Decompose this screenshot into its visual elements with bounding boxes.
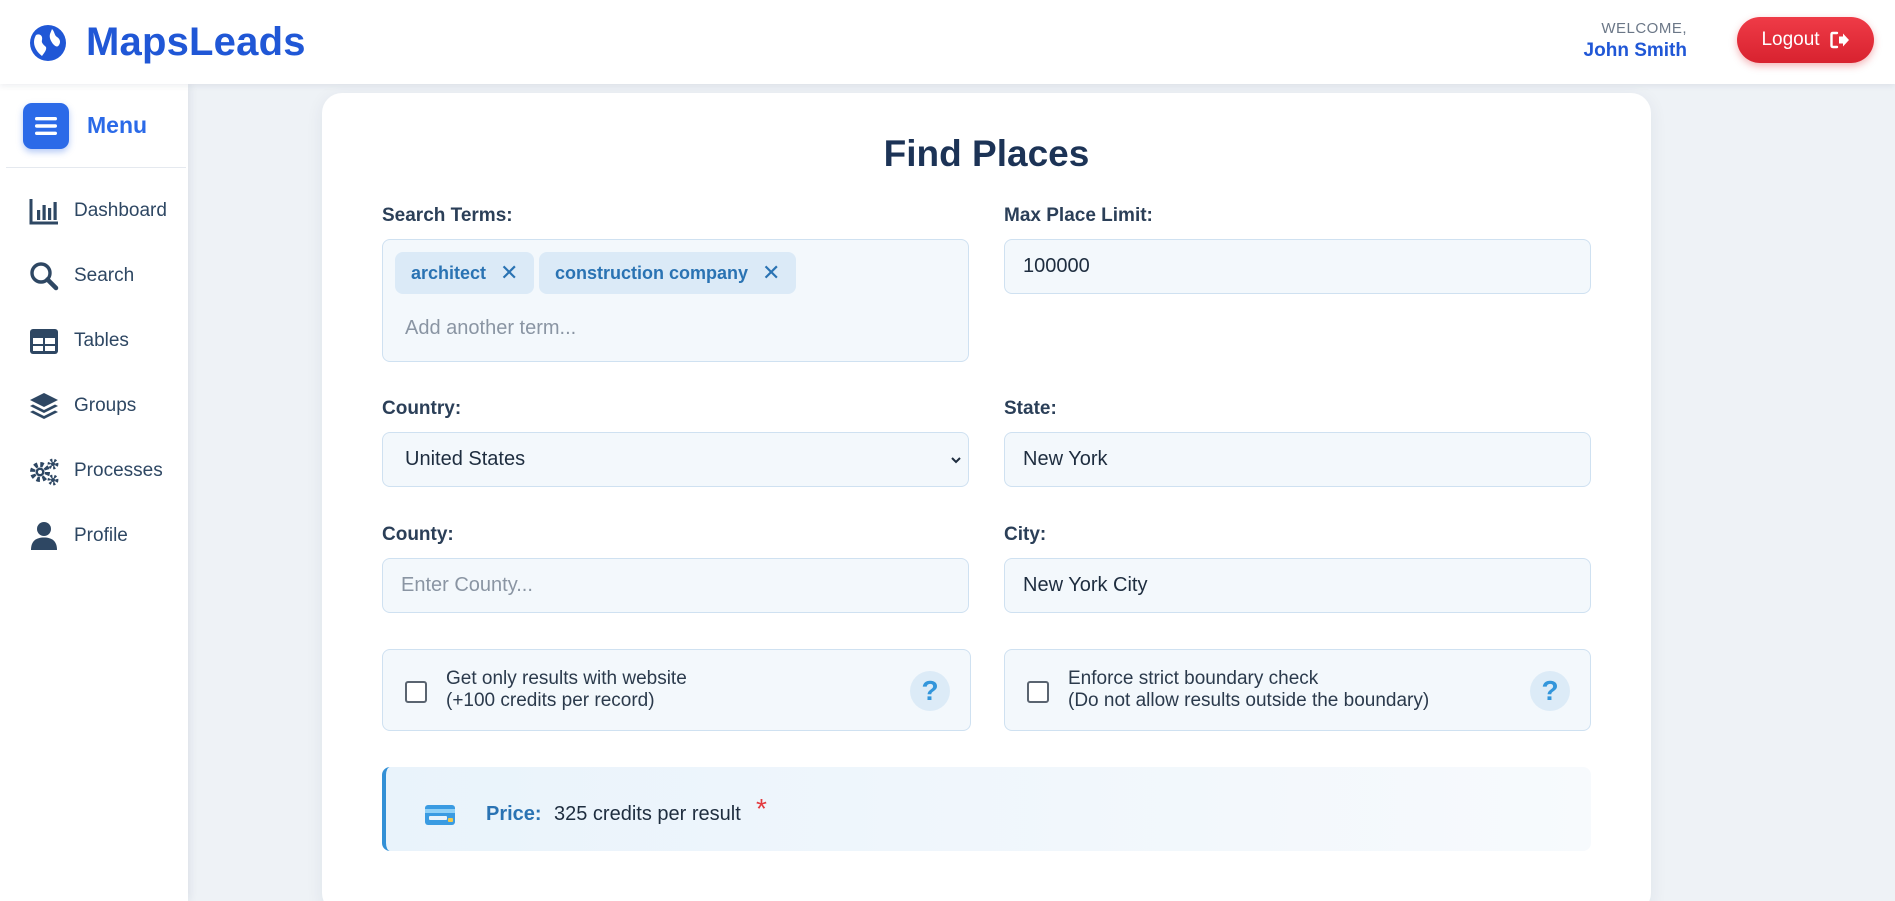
website-only-line2: (+100 credits per record)	[446, 690, 655, 711]
tag-label: construction company	[555, 262, 749, 283]
remove-tag-icon[interactable]: ✕	[762, 260, 780, 286]
search-terms-field[interactable]: architect ✕ construction company ✕ Add a…	[382, 239, 969, 362]
boundary-help-icon[interactable]: ?	[1530, 671, 1570, 711]
website-only-text: Get only results with website (+100 cred…	[446, 668, 687, 712]
max-limit-input[interactable]: 100000	[1004, 239, 1591, 294]
search-terms-label: Search Terms:	[382, 205, 513, 226]
sidebar-item-profile[interactable]: Profile	[28, 518, 178, 554]
user-name: John Smith	[1583, 40, 1687, 61]
country-value: United States	[405, 448, 526, 470]
strict-boundary-line2: (Do not allow results outside the bounda…	[1068, 690, 1430, 711]
county-placeholder: Enter County...	[401, 574, 533, 596]
price-label: Price:	[486, 803, 542, 825]
strict-boundary-checkbox[interactable]	[1027, 681, 1049, 703]
state-label: State:	[1004, 398, 1057, 419]
remove-tag-icon[interactable]: ✕	[500, 260, 518, 286]
sidebar: Menu Dashboard Search Tables Groups Proc…	[0, 84, 188, 901]
sidebar-item-groups[interactable]: Groups	[28, 388, 178, 424]
globe-icon	[30, 24, 66, 61]
search-term-tag: architect ✕	[395, 252, 535, 294]
website-only-option: Get only results with website (+100 cred…	[382, 649, 971, 731]
required-asterisk: *	[756, 793, 767, 824]
menu-label: Menu	[87, 112, 148, 138]
layers-icon	[30, 393, 58, 419]
menu-header: Menu	[6, 84, 186, 168]
user-icon	[31, 522, 57, 550]
menu-toggle-button[interactable]	[23, 102, 69, 149]
table-icon	[30, 329, 58, 354]
website-only-checkbox[interactable]	[405, 681, 427, 703]
hamburger-icon	[35, 116, 57, 135]
credit-card-icon	[425, 805, 455, 825]
sidebar-item-tables[interactable]: Tables	[28, 323, 178, 359]
price-value: 325 credits per result	[554, 803, 741, 825]
chevron-down-icon	[951, 457, 961, 464]
sidebar-item-label: Profile	[74, 525, 128, 546]
add-term-input[interactable]: Add another term...	[405, 317, 576, 340]
chart-bar-icon	[29, 199, 58, 225]
sidebar-item-search[interactable]: Search	[28, 258, 178, 294]
sidebar-item-dashboard[interactable]: Dashboard	[28, 193, 178, 229]
max-limit-label: Max Place Limit:	[1004, 205, 1153, 226]
price-banner: Price: 325 credits per result *	[382, 767, 1591, 851]
city-label: City:	[1004, 524, 1047, 545]
welcome-block: WELCOME, John Smith	[1584, 20, 1687, 62]
city-value: New York City	[1023, 574, 1148, 596]
brand-logo[interactable]: MapsLeads	[28, 20, 306, 65]
sidebar-item-label: Groups	[74, 395, 137, 416]
logout-label: Logout	[1761, 29, 1820, 50]
strict-boundary-option: Enforce strict boundary check (Do not al…	[1004, 649, 1591, 731]
website-help-icon[interactable]: ?	[910, 671, 950, 711]
logout-button[interactable]: Logout	[1737, 17, 1874, 63]
website-only-line1: Get only results with website	[446, 668, 687, 689]
search-icon	[30, 262, 59, 291]
page-title: Find Places	[883, 133, 1090, 174]
state-value: New York	[1023, 448, 1108, 470]
county-label: County:	[382, 524, 454, 545]
sign-out-icon	[1829, 31, 1849, 49]
strict-boundary-line1: Enforce strict boundary check	[1068, 668, 1319, 689]
find-places-card: Find Places Search Terms: architect ✕ co…	[322, 93, 1651, 901]
state-input[interactable]: New York	[1004, 432, 1591, 487]
tag-label: architect	[411, 262, 487, 283]
search-term-tag: construction company ✕	[539, 252, 797, 294]
sidebar-item-label: Search	[74, 265, 135, 286]
country-select[interactable]: United States	[382, 432, 969, 487]
top-header: MapsLeads WELCOME, John Smith Logout	[0, 0, 1895, 84]
sidebar-item-processes[interactable]: Processes	[28, 453, 178, 489]
sidebar-item-label: Dashboard	[74, 200, 167, 221]
city-input[interactable]: New York City	[1004, 558, 1591, 613]
strict-boundary-text: Enforce strict boundary check (Do not al…	[1068, 668, 1429, 712]
welcome-label: WELCOME,	[1601, 20, 1687, 37]
gears-icon	[30, 458, 59, 486]
brand-name: MapsLeads	[86, 20, 306, 64]
sidebar-item-label: Processes	[74, 460, 163, 481]
max-limit-value: 100000	[1023, 255, 1090, 277]
county-input[interactable]: Enter County...	[382, 558, 969, 613]
country-label: Country:	[382, 398, 462, 419]
sidebar-item-label: Tables	[74, 330, 129, 351]
